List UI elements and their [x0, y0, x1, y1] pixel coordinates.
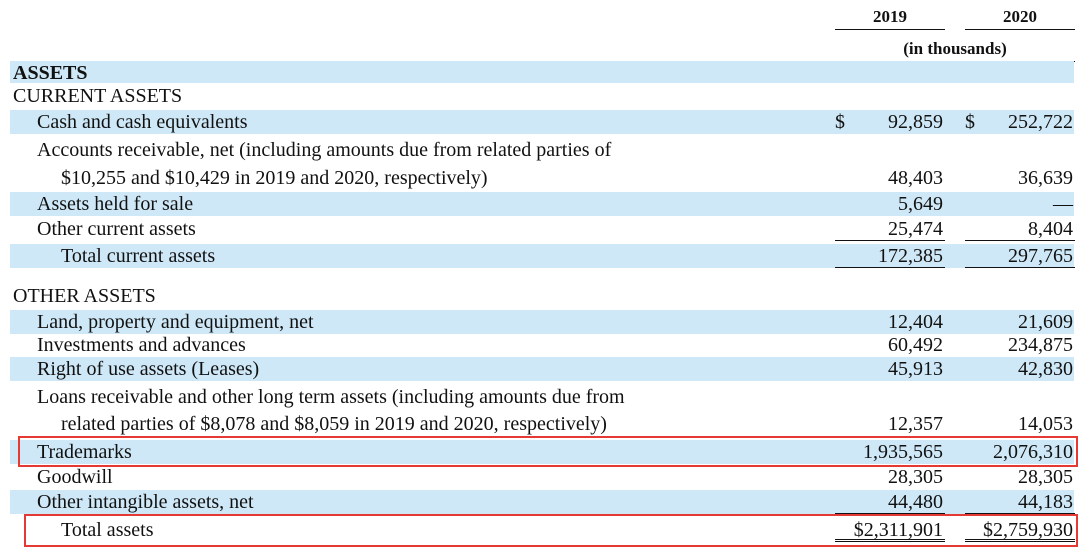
amount: 252,722 — [1008, 111, 1073, 133]
row-label: Total current assets — [61, 245, 216, 267]
row-assets-held-for-sale: Assets held for sale 5,649 — — [10, 192, 1074, 216]
highlight-box-trademarks — [18, 436, 1078, 467]
value-2019: 5,649 — [835, 192, 945, 216]
current-assets-heading-row: CURRENT ASSETS — [10, 84, 1074, 108]
currency-symbol: $ — [965, 111, 975, 133]
amount: 8,404 — [1028, 218, 1073, 240]
value-2019: 60,492 — [835, 333, 945, 357]
value-2019: $ 92,859 — [835, 110, 945, 134]
row-total-current-assets: Total current assets 172,385 297,765 — [10, 244, 1075, 268]
row-cash: Cash and cash equivalents $ 92,859 $ 252… — [10, 110, 1074, 134]
row-label: related parties of $8,078 and $8,059 in … — [61, 413, 607, 435]
amount: 172,385 — [878, 245, 943, 267]
row-loans-receivable: related parties of $8,078 and $8,059 in … — [10, 412, 1074, 436]
value-2019: 12,404 — [835, 310, 945, 334]
value-2020: 36,639 — [965, 166, 1075, 190]
row-label: Accounts receivable, net (including amou… — [37, 139, 612, 161]
amount: 12,404 — [888, 311, 943, 333]
row-land-property-equipment: Land, property and equipment, net 12,404… — [10, 310, 1074, 334]
amount: 297,765 — [1008, 245, 1073, 267]
amount: 45,913 — [888, 358, 943, 380]
currency-symbol: $ — [835, 111, 845, 133]
other-assets-heading: OTHER ASSETS — [13, 285, 156, 307]
assets-heading: ASSETS — [13, 62, 88, 84]
value-2019: 12,357 — [835, 412, 945, 436]
value-2019: 45,913 — [835, 357, 945, 381]
column-header-2019: 2019 — [835, 5, 945, 30]
row-accounts-receivable: $10,255 and $10,429 in 2019 and 2020, re… — [10, 166, 1074, 190]
amount: 60,492 — [888, 334, 943, 356]
value-2020: 28,305 — [965, 465, 1075, 489]
row-label: Investments and advances — [37, 334, 246, 356]
row-label: Land, property and equipment, net — [37, 311, 314, 333]
value-2019: 25,474 — [835, 217, 945, 241]
value-2019: 48,403 — [835, 166, 945, 190]
amount: 25,474 — [888, 218, 943, 240]
column-header-2020: 2020 — [965, 5, 1075, 30]
value-2019: 28,305 — [835, 465, 945, 489]
value-2020: 14,053 — [965, 412, 1075, 436]
amount: 36,639 — [1018, 167, 1073, 189]
value-2020: 21,609 — [965, 310, 1075, 334]
row-goodwill: Goodwill 28,305 28,305 — [10, 465, 1074, 489]
row-loans-receivable-line1: Loans receivable and other long term ass… — [10, 385, 1074, 409]
value-2020: 234,875 — [965, 333, 1075, 357]
row-label: $10,255 and $10,429 in 2019 and 2020, re… — [61, 167, 488, 189]
value-2020: 44,183 — [965, 490, 1075, 514]
value-2020: $ 252,722 — [965, 110, 1075, 134]
row-label: Right of use assets (Leases) — [37, 358, 260, 380]
current-assets-heading: CURRENT ASSETS — [13, 85, 183, 107]
amount: 92,859 — [888, 111, 943, 133]
amount: 28,305 — [1018, 466, 1073, 488]
row-label: Cash and cash equivalents — [37, 111, 248, 133]
row-label: Goodwill — [37, 466, 113, 488]
amount: 14,053 — [1018, 413, 1073, 435]
assets-heading-row: ASSETS — [10, 61, 1074, 84]
row-investments-advances: Investments and advances 60,492 234,875 — [10, 333, 1074, 357]
value-2019: 172,385 — [835, 244, 945, 268]
value-2020: — — [965, 192, 1075, 216]
amount: 234,875 — [1008, 334, 1073, 356]
amount: 44,480 — [888, 491, 943, 513]
row-other-intangible-assets: Other intangible assets, net 44,480 44,1… — [10, 490, 1075, 514]
row-label: Other intangible assets, net — [37, 491, 254, 513]
row-accounts-receivable-line1: Accounts receivable, net (including amou… — [10, 138, 1074, 162]
amount: 44,183 — [1018, 491, 1073, 513]
row-label: Loans receivable and other long term ass… — [37, 386, 625, 408]
value-2020: 297,765 — [965, 244, 1075, 268]
other-assets-heading-row: OTHER ASSETS — [10, 284, 1074, 308]
value-2019: 44,480 — [835, 490, 945, 514]
row-right-of-use-assets: Right of use assets (Leases) 45,913 42,8… — [10, 357, 1074, 381]
amount: 28,305 — [888, 466, 943, 488]
value-2020: 8,404 — [965, 217, 1075, 241]
amount: 21,609 — [1018, 311, 1073, 333]
value-2020: 42,830 — [965, 357, 1075, 381]
row-label: Other current assets — [37, 218, 196, 240]
amount: 12,357 — [888, 413, 943, 435]
amount: 48,403 — [888, 167, 943, 189]
amount: 42,830 — [1018, 358, 1073, 380]
row-other-current-assets: Other current assets 25,474 8,404 — [10, 217, 1075, 241]
highlight-box-total-assets — [24, 514, 1078, 547]
balance-sheet: 2019 2020 (in thousands) ASSETS CURRENT … — [0, 0, 1080, 551]
units-label: (in thousands) — [835, 37, 1075, 62]
amount: — — [1053, 193, 1073, 215]
amount: 5,649 — [898, 193, 943, 215]
row-label: Assets held for sale — [37, 193, 194, 215]
